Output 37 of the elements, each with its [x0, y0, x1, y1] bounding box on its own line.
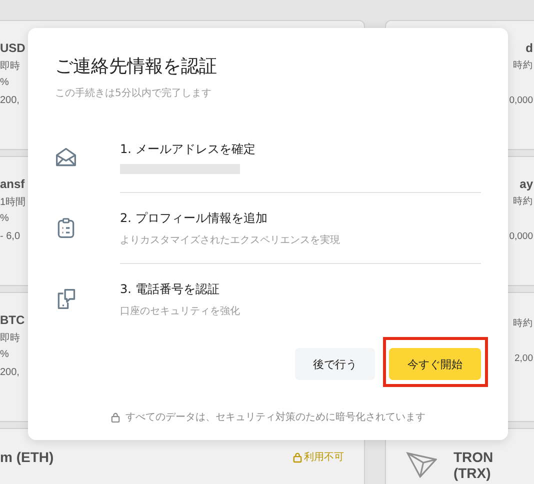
status-badge: 利用不可 — [293, 450, 344, 464]
card-text: 時約 — [513, 195, 533, 209]
card-text: % — [0, 213, 9, 226]
card-title: d — [526, 41, 533, 55]
card-title: ansf — [0, 177, 25, 191]
lock-icon — [110, 412, 120, 422]
card-title: BTC — [0, 313, 25, 327]
envelope-icon — [55, 146, 77, 168]
phone-chat-icon — [55, 288, 77, 310]
step-description: よりカスタマイズされたエクスペリエンスを実現 — [120, 234, 340, 246]
card-text: 0,000 — [509, 95, 533, 108]
card-text: 即時 — [0, 60, 20, 73]
step-title: 2. プロフィール情報を追加 — [120, 210, 268, 226]
card-text: 0,000 — [509, 231, 533, 244]
step-description: 口座のセキュリティを強化 — [120, 304, 240, 318]
card-text: 200, — [0, 367, 20, 380]
card-text: 時約 — [513, 59, 533, 73]
step-title: 1. メールアドレスを確定 — [120, 140, 256, 158]
security-note: すべてのデータは、セキュリティ対策のために暗号化されています — [126, 410, 426, 424]
clipboard-icon — [55, 217, 77, 239]
card-title: m (ETH) — [0, 449, 54, 465]
dialog-title: ご連絡先情報を認証 — [55, 55, 218, 78]
card-text: 2,00 — [514, 353, 533, 366]
card-title: USD — [0, 41, 26, 55]
card-text: % — [0, 349, 9, 362]
card-text: 時約 — [513, 317, 533, 331]
card-text: - 6,0 — [0, 231, 20, 244]
card-title: ay — [520, 177, 533, 191]
card-text: 即時 — [0, 332, 20, 345]
dialog-button[interactable]: 後で行う — [295, 348, 375, 380]
card-text: 1時間 — [0, 196, 26, 209]
card-text: 200, — [0, 95, 20, 108]
dialog-subtitle: この手続きは5分以内で完了します — [55, 86, 212, 100]
card-title: TRON (TRX) — [453, 449, 494, 481]
dialog-button[interactable]: 今すぐ開始 — [389, 348, 481, 380]
step-title: 3. 電話番号を認証 — [120, 280, 220, 298]
card-text: % — [0, 77, 9, 90]
